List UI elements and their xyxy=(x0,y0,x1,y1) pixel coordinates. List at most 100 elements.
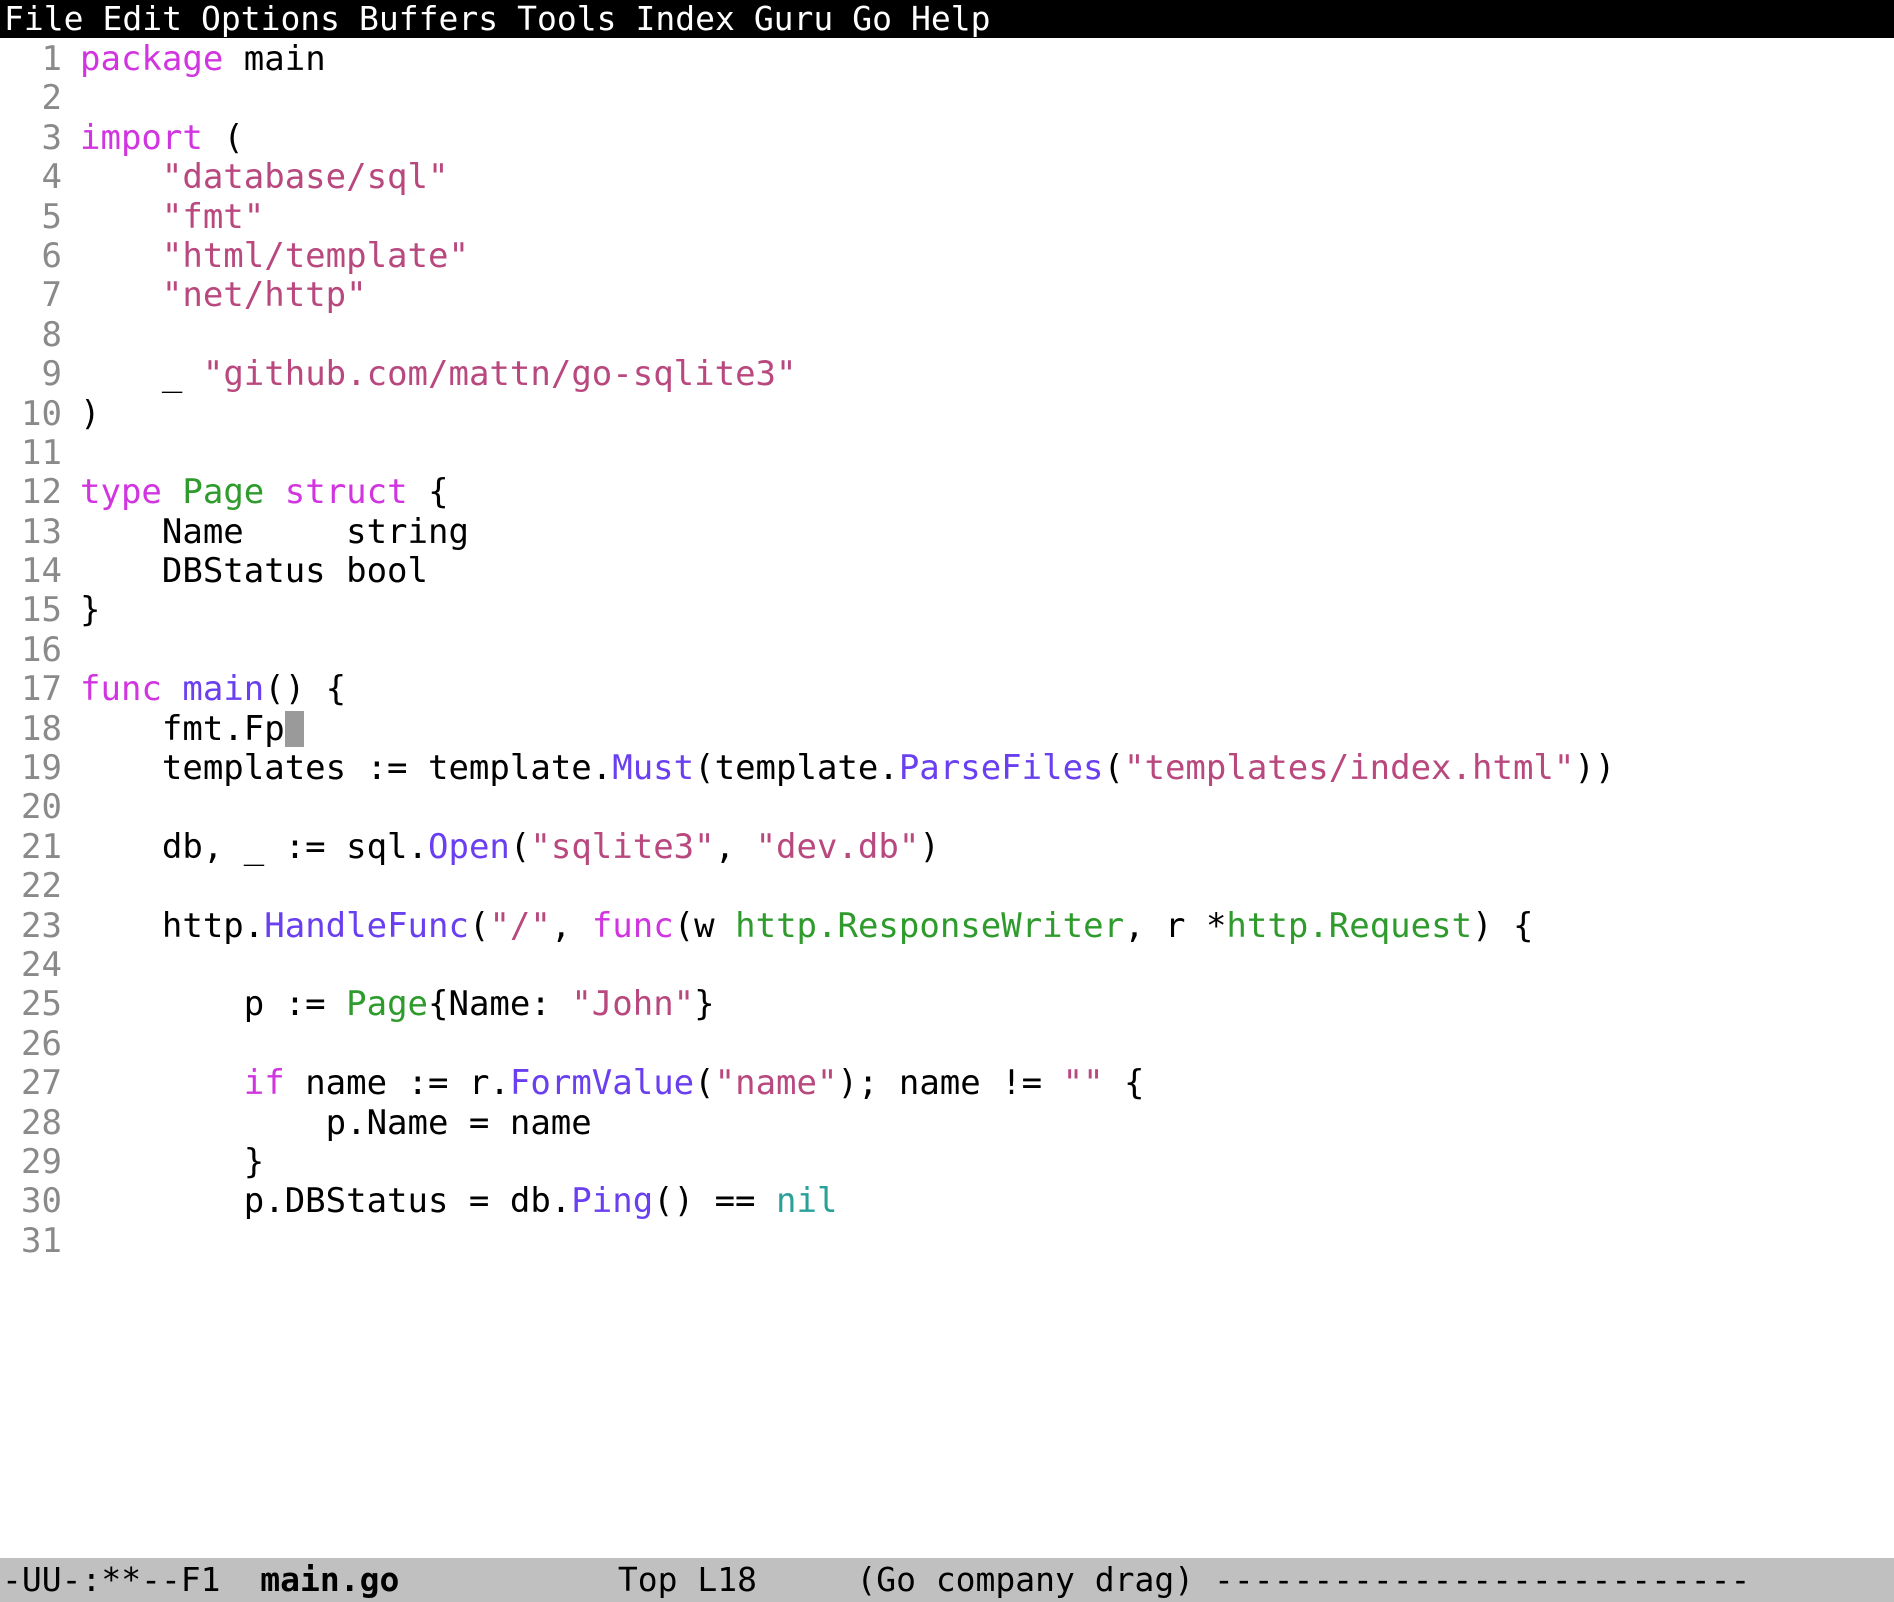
line-content[interactable]: p.Name = name xyxy=(62,1103,592,1143)
mode-line[interactable]: -UU-:**--F1 main.go Top L18 (Go company … xyxy=(0,1558,1894,1602)
line-content[interactable]: _ "github.com/mattn/go-sqlite3" xyxy=(62,354,797,394)
code-line: 20 xyxy=(0,787,1894,828)
text-cursor xyxy=(284,710,304,747)
mode-line-modes[interactable]: (Go company drag) xyxy=(856,1558,1194,1602)
menu-item-options[interactable]: Options xyxy=(201,0,340,38)
mode-line-gap-1 xyxy=(221,1558,261,1602)
code-line: 16 xyxy=(0,629,1894,670)
line-number: 31 xyxy=(21,1220,62,1261)
code-buffer[interactable]: 1 package main 2 3 import ( 4 "database/… xyxy=(0,38,1894,1558)
code-line: 21 db, _ := sql.Open("sqlite3", "dev.db"… xyxy=(0,826,1894,867)
code-line: 27 if name := r.FormValue("name"); name … xyxy=(0,1063,1894,1104)
code-line: 4 "database/sql" xyxy=(0,157,1894,198)
mode-line-buffer-name[interactable]: main.go xyxy=(260,1558,399,1602)
menu-item-guru[interactable]: Guru xyxy=(754,0,833,38)
line-number: 1 xyxy=(41,39,62,79)
menu-item-go[interactable]: Go xyxy=(852,0,892,38)
menu-item-buffers[interactable]: Buffers xyxy=(359,0,498,38)
code-line: 14 DBStatus bool xyxy=(0,551,1894,592)
line-number: 25 xyxy=(21,984,62,1025)
line-number: 9 xyxy=(41,354,62,395)
menu-item-help[interactable]: Help xyxy=(911,0,990,38)
line-content[interactable]: func main() { xyxy=(62,670,346,709)
menu-item-file[interactable]: File xyxy=(4,0,83,38)
line-number: 13 xyxy=(21,511,62,552)
line-content[interactable]: Name string xyxy=(62,512,469,552)
line-content[interactable]: } xyxy=(62,1142,264,1182)
line-number: 28 xyxy=(21,1102,62,1143)
line-content[interactable]: "database/sql" xyxy=(62,157,449,197)
line-number: 8 xyxy=(41,314,62,355)
line-content[interactable]: fmt.Fp xyxy=(62,709,304,749)
mode-line-position: Top L18 xyxy=(617,1560,757,1599)
mode-line-gap-2 xyxy=(399,1558,618,1602)
code-line: 10 ) xyxy=(0,393,1894,434)
line-content[interactable]: "fmt" xyxy=(62,197,264,237)
line-number: 23 xyxy=(21,905,62,946)
menu-item-tools[interactable]: Tools xyxy=(517,0,616,38)
line-number: 20 xyxy=(21,787,62,828)
line-content[interactable]: DBStatus bool xyxy=(62,551,428,591)
code-line: 23 http.HandleFunc("/", func(w http.Resp… xyxy=(0,905,1894,946)
code-line: 22 xyxy=(0,866,1894,907)
line-number: 24 xyxy=(21,944,62,985)
code-line: 12 type Page struct { xyxy=(0,472,1894,513)
menu-bar: File Edit Options Buffers Tools Index Gu… xyxy=(0,0,1894,38)
line-number: 5 xyxy=(41,196,62,237)
line-number: 15 xyxy=(21,590,62,631)
code-line: 29 } xyxy=(0,1141,1894,1182)
code-line: 24 xyxy=(0,944,1894,985)
line-number: 12 xyxy=(21,472,62,513)
code-line: 6 "html/template" xyxy=(0,235,1894,276)
line-number: 3 xyxy=(41,117,62,158)
line-number: 17 xyxy=(21,669,62,710)
line-number: 27 xyxy=(21,1063,62,1104)
line-number: 11 xyxy=(21,432,62,473)
code-line: 13 Name string xyxy=(0,511,1894,552)
code-line: 8 xyxy=(0,314,1894,355)
mode-line-gap-4 xyxy=(1194,1558,1214,1602)
code-line: 17 func main() { xyxy=(0,669,1894,710)
line-number: 19 xyxy=(21,748,62,789)
line-content[interactable]: type Page struct { xyxy=(62,473,449,512)
code-line: 31 xyxy=(0,1220,1894,1261)
line-content[interactable]: db, _ := sql.Open("sqlite3", "dev.db") xyxy=(62,827,940,867)
code-line: 26 xyxy=(0,1023,1894,1064)
line-content[interactable]: templates := template.Must(template.Pars… xyxy=(62,748,1615,788)
line-content[interactable]: package main xyxy=(62,39,326,79)
code-line: 3 import ( xyxy=(0,117,1894,158)
code-line: 25 p := Page{Name: "John"} xyxy=(0,984,1894,1025)
menu-item-edit[interactable]: Edit xyxy=(102,0,181,38)
line-content[interactable]: p := Page{Name: "John"} xyxy=(62,985,715,1024)
code-line: 7 "net/http" xyxy=(0,275,1894,315)
mode-line-gap-3 xyxy=(757,1558,856,1602)
code-line: 1 package main xyxy=(0,39,1894,79)
line-number: 30 xyxy=(21,1181,62,1222)
line-content[interactable]: "net/http" xyxy=(62,276,367,315)
line-number: 18 xyxy=(21,708,62,749)
mode-line-status: -UU-:**--F1 xyxy=(2,1560,221,1599)
line-content[interactable]: } xyxy=(62,591,100,630)
line-number: 21 xyxy=(21,826,62,867)
line-content[interactable]: if name := r.FormValue("name"); name != … xyxy=(62,1063,1145,1103)
code-line: 28 p.Name = name xyxy=(0,1102,1894,1143)
line-number: 22 xyxy=(21,866,62,907)
line-number: 10 xyxy=(21,393,62,434)
line-number: 26 xyxy=(21,1023,62,1064)
emacs-frame: File Edit Options Buffers Tools Index Gu… xyxy=(0,0,1894,1602)
code-line: 19 templates := template.Must(template.P… xyxy=(0,748,1894,789)
line-number: 6 xyxy=(41,235,62,276)
line-number: 4 xyxy=(41,157,62,198)
line-number: 14 xyxy=(21,551,62,592)
line-content[interactable]: http.HandleFunc("/", func(w http.Respons… xyxy=(62,906,1534,946)
line-content[interactable]: "html/template" xyxy=(62,236,469,276)
line-content[interactable]: ) xyxy=(62,394,100,434)
menu-item-index[interactable]: Index xyxy=(635,0,734,38)
code-line: 30 p.DBStatus = db.Ping() == nil xyxy=(0,1181,1894,1222)
line-content[interactable]: import ( xyxy=(62,118,244,158)
line-number: 16 xyxy=(21,629,62,670)
mode-line-filler: --------------------------- xyxy=(1213,1560,1751,1599)
line-number: 29 xyxy=(21,1141,62,1182)
line-number: 2 xyxy=(41,78,62,119)
line-content[interactable]: p.DBStatus = db.Ping() == nil xyxy=(62,1182,838,1221)
